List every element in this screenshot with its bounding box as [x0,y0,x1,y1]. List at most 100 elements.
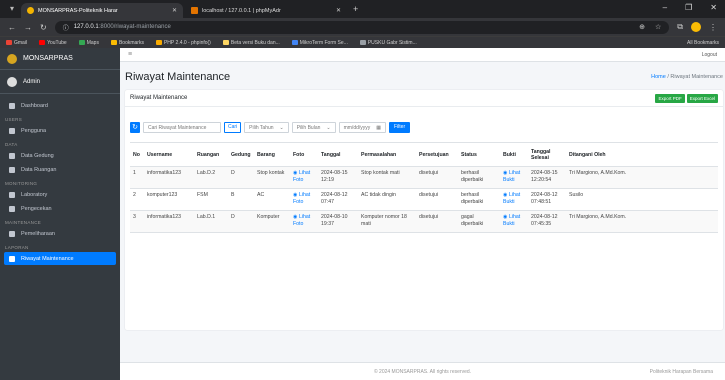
calendar-icon: ▦ [376,124,381,131]
cell-persetujuan: disetujui [416,210,458,233]
user-panel[interactable]: Admin [0,70,120,94]
maximize-icon[interactable]: ❐ [685,3,692,12]
profile-avatar[interactable] [691,22,701,32]
col-status: Status [458,142,500,167]
cell-tanggal: 2024-08-15 12:19 [318,166,358,189]
view-proof-link[interactable]: ◉ Lihat Bukti [500,210,528,233]
bookmark-bookmarks[interactable]: Bookmarks [110,40,144,46]
tab-title: MONSARPRAS-Politeknik Harar [38,7,118,14]
site-info-icon[interactable]: ⓘ [63,23,69,32]
back-icon[interactable]: ← [8,23,16,32]
sidebar-item-data-ruangan[interactable]: Data Ruangan [4,163,116,176]
col-ruangan: Ruangan [194,142,228,167]
cell-status: berhasil diperbaiki [458,188,500,211]
logout-link[interactable]: Logout [702,52,717,58]
cell-no: 1 [130,166,144,189]
cell-no: 3 [130,210,144,233]
reload-icon[interactable]: ↻ [40,23,47,32]
bookmark-beta[interactable]: Beta versi Buku dan... [222,40,280,46]
breadcrumb-current: Riwayat Maintenance [670,74,723,80]
cell-gedung: D [228,166,254,189]
sidebar-item-pengecekan[interactable]: Pengecekan [4,202,116,215]
year-select[interactable]: Pilih Tahun ⌄ [244,122,289,133]
table-row: 3 informatika123 Lab.D.1 D Komputer ◉ Li… [130,210,718,233]
footer-institution: Politeknik Harapan Bersama [649,368,713,375]
cell-status: berhasil diperbaiki [458,166,500,189]
col-persetujuan: Persetujuan [416,142,458,167]
filter-bar: ↻ Cari Riwayat Maintenance Cari Pilih Ta… [130,122,411,133]
sidebar-header-laporan: LAPORAN [5,245,29,250]
cell-ruangan: FSM [194,188,228,211]
forward-icon[interactable]: → [24,23,32,32]
tab-title: localhost / 127.0.0.1 | phpMyAdr [202,7,281,14]
bookmark-phpinfo[interactable]: PHP 2.4.0 - phpinfo() [155,40,211,46]
export-pdf-button[interactable]: Export PDF [655,93,685,103]
search-input[interactable]: Cari Riwayat Maintenance [143,122,221,133]
bookmark-youtube[interactable]: YouTube [39,40,67,46]
bookmarks-bar: Gmail YouTube Maps Bookmarks PHP 2.4.0 -… [0,36,725,48]
favicon-icon [191,7,198,14]
close-tab-icon[interactable]: ✕ [172,7,177,14]
main-content: Riwayat Maintenance Home / Riwayat Maint… [120,62,725,362]
breadcrumb-home[interactable]: Home [651,74,666,80]
users-icon [9,127,15,134]
brand-logo-icon [7,53,17,64]
minimize-icon[interactable]: – [663,3,667,12]
col-foto: Foto [290,142,318,167]
card-title: Riwayat Maintenance [130,95,188,101]
extensions-icon[interactable]: ⧉ [677,22,683,32]
bookmark-mikroterm[interactable]: MikroTerm Form Se... [291,40,348,46]
sidebar-item-riwayat-maintenance[interactable]: Riwayat Maintenance [4,252,116,265]
url-field[interactable]: ⓘ 127.0.0.1:8000/riwayat-maintenance ⊕ ☆ [54,20,670,34]
brand[interactable]: MONSARPRAS [0,48,120,70]
sidebar-item-pengguna[interactable]: Pengguna [4,124,116,137]
sidebar-item-data-gedung[interactable]: Data Gedung [4,149,116,162]
user-name: Admin [23,78,41,85]
cell-permasalahan: Komputer nomor 18 mati [358,210,416,233]
date-input[interactable]: mm/dd/yyyy ▦ [338,122,386,133]
sidebar-item-pemeliharaan[interactable]: Pemeliharaan [4,227,116,240]
bookmark-maps[interactable]: Maps [78,40,99,46]
export-excel-button[interactable]: Export Excel [686,93,718,103]
view-photo-link[interactable]: ◉ Lihat Foto [290,210,318,233]
col-barang: Barang [254,142,290,167]
bookmark-star-icon[interactable]: ☆ [655,23,661,31]
bookmark-gmail[interactable]: Gmail [6,40,27,46]
tab-search-icon[interactable]: ▾ [6,3,18,15]
filter-button[interactable]: Filter [389,122,411,133]
cell-ruangan: Lab.D.1 [194,210,228,233]
view-photo-link[interactable]: ◉ Lihat Foto [290,188,318,211]
menu-icon[interactable]: ⋮ [709,23,717,32]
maintenance-card: Riwayat Maintenance Export PDF Export Ex… [125,90,723,330]
breadcrumb: Home / Riwayat Maintenance [651,74,723,80]
view-photo-link[interactable]: ◉ Lihat Foto [290,166,318,189]
view-proof-link[interactable]: ◉ Lihat Bukti [500,188,528,211]
footer: © 2024 MONSARPRAS. All rights reserved. … [120,362,725,380]
view-proof-link[interactable]: ◉ Lihat Bukti [500,166,528,189]
zoom-icon[interactable]: ⊕ [639,23,645,31]
cell-persetujuan: disetujui [416,188,458,211]
page-title: Riwayat Maintenance [125,71,231,83]
new-tab-icon[interactable]: + [353,4,358,14]
browser-tab-monsarpras[interactable]: MONSARPRAS-Politeknik Harar ✕ [21,3,183,18]
sidebar-item-dashboard[interactable]: Dashboard [4,99,116,112]
bookmark-pusku[interactable]: PUSKU Gabr Sistim... [359,40,417,46]
close-tab-icon[interactable]: ✕ [336,7,341,14]
url-host: 127.0.0.1 [73,24,99,30]
cell-permasalahan: AC tidak dingin [358,188,416,211]
cell-barang: AC [254,188,290,211]
month-select[interactable]: Pilih Bulan ⌄ [291,122,336,133]
all-bookmarks[interactable]: All Bookmarks [687,40,719,46]
search-button[interactable]: Cari [224,122,242,133]
refresh-button[interactable]: ↻ [130,122,140,133]
browser-tab-phpmyadmin[interactable]: localhost / 127.0.0.1 | phpMyAdr ✕ [185,3,347,18]
cell-username: informatika123 [144,166,194,189]
cell-ditangani-oleh: Susilo [566,188,718,211]
cell-tanggal: 2024-08-12 07:47 [318,188,358,211]
sidebar-item-laboratory[interactable]: Laboratory [4,188,116,201]
hamburger-icon[interactable]: ≡ [128,51,132,58]
close-window-icon[interactable]: ✕ [710,3,717,12]
maintenance-table: No Username Ruangan Gedung Barang Foto T… [130,142,718,233]
col-ditangani-oleh: Ditangani Oleh [566,142,718,167]
cell-barang: Komputer [254,210,290,233]
